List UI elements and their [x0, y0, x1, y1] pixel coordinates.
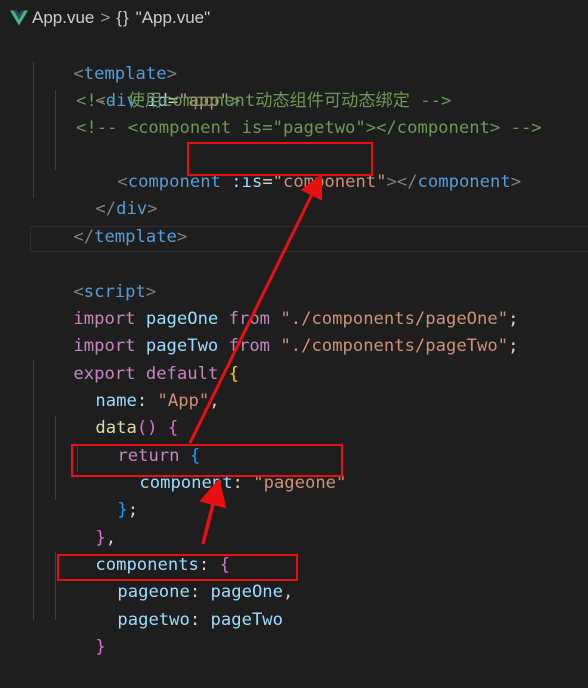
- arrow-to-data-component: [199, 477, 227, 545]
- token: }: [95, 637, 106, 657]
- annotation-arrows: [188, 173, 323, 545]
- arrow-to-is-binding: [188, 173, 323, 444]
